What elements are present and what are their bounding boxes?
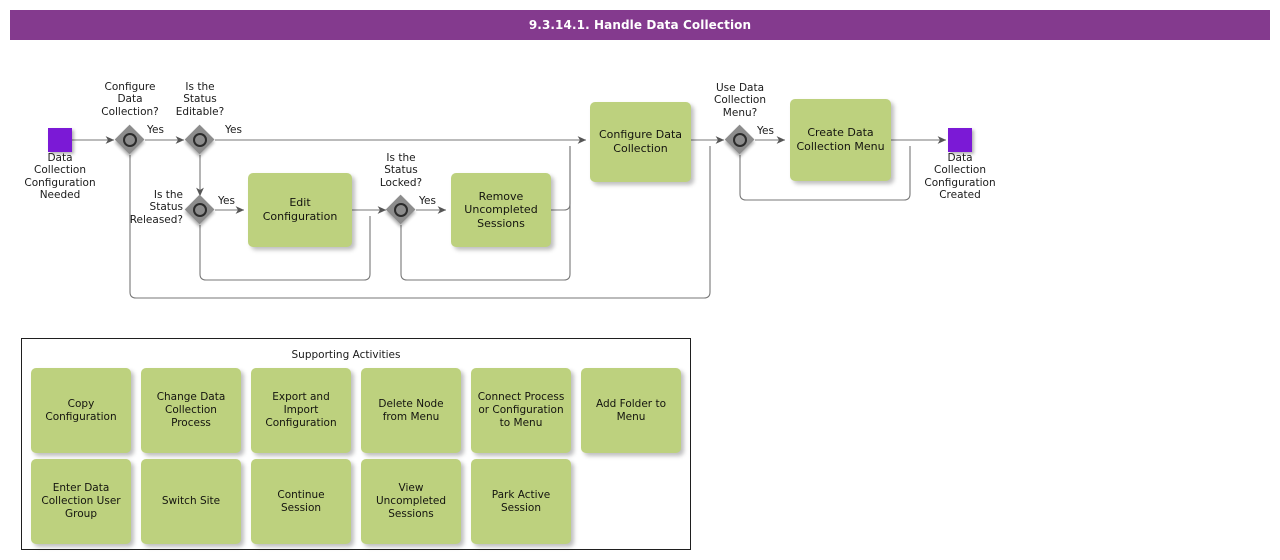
gateway-inclusive-icon bbox=[733, 133, 747, 147]
start-event-label: Data Collection Configuration Needed bbox=[24, 152, 96, 202]
gateway-is-status-released-label: Is the Status Released? bbox=[129, 189, 183, 226]
task-edit-configuration[interactable]: Edit Configuration bbox=[248, 173, 352, 247]
supporting-activity-export-and-import-configuration[interactable]: Export and Import Configuration bbox=[251, 368, 351, 453]
gateway-is-status-released[interactable] bbox=[185, 195, 215, 225]
gateway-is-status-locked-label: Is the Status Locked? bbox=[379, 152, 423, 189]
supporting-activity-copy-configuration[interactable]: Copy Configuration bbox=[31, 368, 131, 453]
supporting-activity-enter-data-collection-user-group[interactable]: Enter Data Collection User Group bbox=[31, 459, 131, 544]
gateway-configure-data-collection[interactable] bbox=[115, 125, 145, 155]
supporting-activity-park-active-session[interactable]: Park Active Session bbox=[471, 459, 571, 544]
flow-label-g1-yes: Yes bbox=[147, 124, 164, 136]
gateway-is-status-editable-label: Is the Status Editable? bbox=[175, 81, 225, 118]
flow-label-g4-yes: Yes bbox=[419, 195, 436, 207]
gateway-inclusive-icon bbox=[123, 133, 137, 147]
end-event-data-collection-configuration-created[interactable] bbox=[948, 128, 972, 152]
supporting-activity-change-data-collection-process[interactable]: Change Data Collection Process bbox=[141, 368, 241, 453]
supporting-activity-delete-node-from-menu[interactable]: Delete Node from Menu bbox=[361, 368, 461, 453]
task-create-data-collection-menu[interactable]: Create Data Collection Menu bbox=[790, 99, 891, 181]
gateway-use-data-collection-menu[interactable] bbox=[725, 125, 755, 155]
supporting-activity-continue-session[interactable]: Continue Session bbox=[251, 459, 351, 544]
gateway-is-status-locked[interactable] bbox=[386, 195, 416, 225]
supporting-activity-switch-site[interactable]: Switch Site bbox=[141, 459, 241, 544]
gateway-inclusive-icon bbox=[193, 203, 207, 217]
flow-label-g2-yes: Yes bbox=[225, 124, 242, 136]
supporting-activity-view-uncompleted-sessions[interactable]: View Uncompleted Sessions bbox=[361, 459, 461, 544]
flow-label-g5-yes: Yes bbox=[757, 125, 774, 137]
end-event-label: Data Collection Configuration Created bbox=[924, 152, 996, 202]
start-event-data-collection-configuration-needed[interactable] bbox=[48, 128, 72, 152]
supporting-activities-title: Supporting Activities bbox=[291, 349, 401, 361]
supporting-activity-connect-process-or-configuration-to-menu[interactable]: Connect Process or Configuration to Menu bbox=[471, 368, 571, 453]
gateway-use-data-collection-menu-label: Use Data Collection Menu? bbox=[714, 82, 766, 119]
flow-label-g3-yes: Yes bbox=[218, 195, 235, 207]
gateway-inclusive-icon bbox=[193, 133, 207, 147]
gateway-is-status-editable[interactable] bbox=[185, 125, 215, 155]
diagram-canvas: 9.3.14.1. Handle Data Collection Data Co… bbox=[0, 0, 1280, 560]
supporting-activity-add-folder-to-menu[interactable]: Add Folder to Menu bbox=[581, 368, 681, 453]
page-title: 9.3.14.1. Handle Data Collection bbox=[10, 10, 1270, 40]
task-configure-data-collection[interactable]: Configure Data Collection bbox=[590, 102, 691, 182]
task-remove-uncompleted-sessions[interactable]: Remove Uncompleted Sessions bbox=[451, 173, 551, 247]
gateway-inclusive-icon bbox=[394, 203, 408, 217]
